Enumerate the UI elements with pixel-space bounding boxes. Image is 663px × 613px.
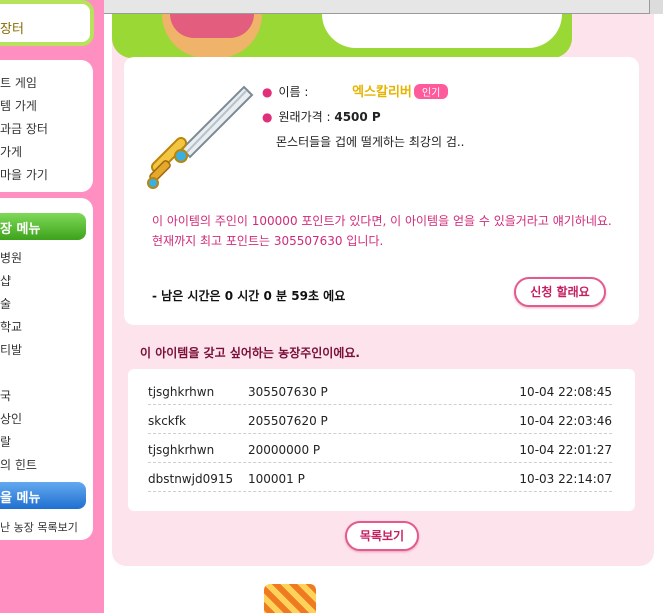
bid-points: 20000000 P bbox=[248, 443, 321, 457]
bid-points: 305507630 P bbox=[248, 385, 328, 399]
item-price: 4500 P bbox=[334, 110, 381, 124]
sidebar-item[interactable]: 템 가게 bbox=[0, 97, 37, 114]
item-name-label: 이름 : bbox=[278, 85, 309, 99]
bid-user: skckfk bbox=[148, 414, 186, 428]
bid-points: 100001 P bbox=[248, 472, 305, 486]
item-detail-card: ● 이름 : 엑스칼리버 인기 ● 원래가격 : 4500 P 몬스터들을 겁에 떨게… bbox=[124, 57, 639, 325]
item-description: 몬스터들을 겁에 떨게하는 최강의 검.. bbox=[276, 135, 465, 149]
bid-list-title: 이 아이템을 갖고 싶어하는 농장주인이에요. bbox=[140, 346, 360, 360]
scroll-up-button[interactable] bbox=[649, 0, 663, 14]
sidebar-item[interactable]: 가게 bbox=[0, 143, 22, 160]
sidebar-item[interactable]: 상인 bbox=[0, 410, 22, 427]
notice-text: 이 아이템의 주인이 100000 포인트가 있다면, 이 아이템을 얻을 수 … bbox=[152, 211, 636, 251]
main-content: ● 이름 : 엑스칼리버 인기 ● 원래가격 : 4500 P 몬스터들을 겁에 떨게… bbox=[104, 14, 663, 613]
bid-time: 10-04 22:08:45 bbox=[519, 385, 612, 399]
table-row: skckfk 205507620 P 10-04 22:03:46 bbox=[148, 410, 612, 434]
sidebar-item[interactable]: 과금 장터 bbox=[0, 120, 48, 137]
bid-time: 10-03 22:14:07 bbox=[519, 472, 612, 486]
bid-user: tjsghkrhwn bbox=[148, 443, 215, 457]
bid-time: 10-04 22:03:46 bbox=[519, 414, 612, 428]
apply-button[interactable]: 신청 할래요 bbox=[514, 277, 606, 307]
item-price-label: 원래가격 : bbox=[278, 110, 331, 124]
list-view-button[interactable]: 목록보기 bbox=[345, 521, 419, 551]
bid-user: dbstnwjd0915 bbox=[148, 472, 234, 486]
bid-user: tjsghkrhwn bbox=[148, 385, 215, 399]
table-row: tjsghkrhwn 305507630 P 10-04 22:08:45 bbox=[148, 381, 612, 405]
sidebar-item[interactable]: 의 힌트 bbox=[0, 456, 37, 473]
table-row: dbstnwjd0915 100001 P 10-03 22:14:07 bbox=[148, 468, 612, 492]
sidebar-top-label[interactable]: 장터 bbox=[0, 18, 24, 37]
bullet-icon: ● bbox=[262, 110, 273, 124]
sidebar-item[interactable]: 병원 bbox=[0, 249, 22, 266]
basket-icon bbox=[264, 584, 316, 613]
sidebar-item[interactable]: 국 bbox=[0, 387, 11, 404]
bid-list: tjsghkrhwn 305507630 P 10-04 22:08:45 sk… bbox=[128, 369, 635, 511]
menu-header-village[interactable]: 을 메뉴 bbox=[0, 482, 86, 509]
sidebar-item[interactable]: 트 게임 bbox=[0, 74, 37, 91]
sidebar-item[interactable]: 티발 bbox=[0, 341, 22, 358]
bid-time: 10-04 22:01:27 bbox=[519, 443, 612, 457]
sidebar-menu-2: 장 메뉴 병원 샵 술 학교 티발 국 상인 랄 의 힌트 을 메뉴 난 농장 … bbox=[0, 198, 93, 540]
sidebar-top-card: 장터 bbox=[0, 0, 94, 46]
sidebar-item[interactable]: 난 농장 목록보기 bbox=[0, 519, 78, 535]
sidebar-menu-1: 트 게임 템 가게 과금 장터 가게 마을 가기 bbox=[0, 60, 93, 192]
item-name: 엑스칼리버 bbox=[352, 85, 412, 100]
banner-illustration bbox=[112, 14, 572, 58]
notice-line-2: 현재까지 최고 포인트는 305507630 입니다. bbox=[152, 234, 384, 248]
sidebar-item[interactable]: 학교 bbox=[0, 318, 22, 335]
remaining-time: - 남은 시간은 0 시간 0 분 59초 에요 bbox=[152, 289, 346, 303]
sword-icon bbox=[147, 85, 254, 189]
notice-line-1: 이 아이템의 주인이 100000 포인트가 있다면, 이 아이템을 얻을 수 … bbox=[152, 214, 612, 228]
menu-header-label: 을 메뉴 bbox=[0, 491, 41, 506]
table-row: tjsghkrhwn 20000000 P 10-04 22:01:27 bbox=[148, 439, 612, 463]
item-name-row: ● 이름 : 엑스칼리버 인기 bbox=[262, 81, 449, 100]
bullet-icon: ● bbox=[262, 85, 273, 99]
sidebar-item[interactable]: 샵 bbox=[0, 272, 11, 289]
sidebar-item[interactable]: 랄 bbox=[0, 433, 11, 450]
popular-badge: 인기 bbox=[413, 84, 449, 99]
sidebar-item[interactable]: 술 bbox=[0, 295, 11, 312]
menu-header-farm[interactable]: 장 메뉴 bbox=[0, 213, 86, 240]
sidebar: 장터 트 게임 템 가게 과금 장터 가게 마을 가기 장 메뉴 병원 샵 술 … bbox=[0, 0, 104, 613]
bid-points: 205507620 P bbox=[248, 414, 328, 428]
item-price-row: ● 원래가격 : 4500 P bbox=[262, 108, 381, 125]
sidebar-item[interactable]: 마을 가기 bbox=[0, 166, 48, 183]
menu-header-label: 장 메뉴 bbox=[0, 222, 41, 237]
